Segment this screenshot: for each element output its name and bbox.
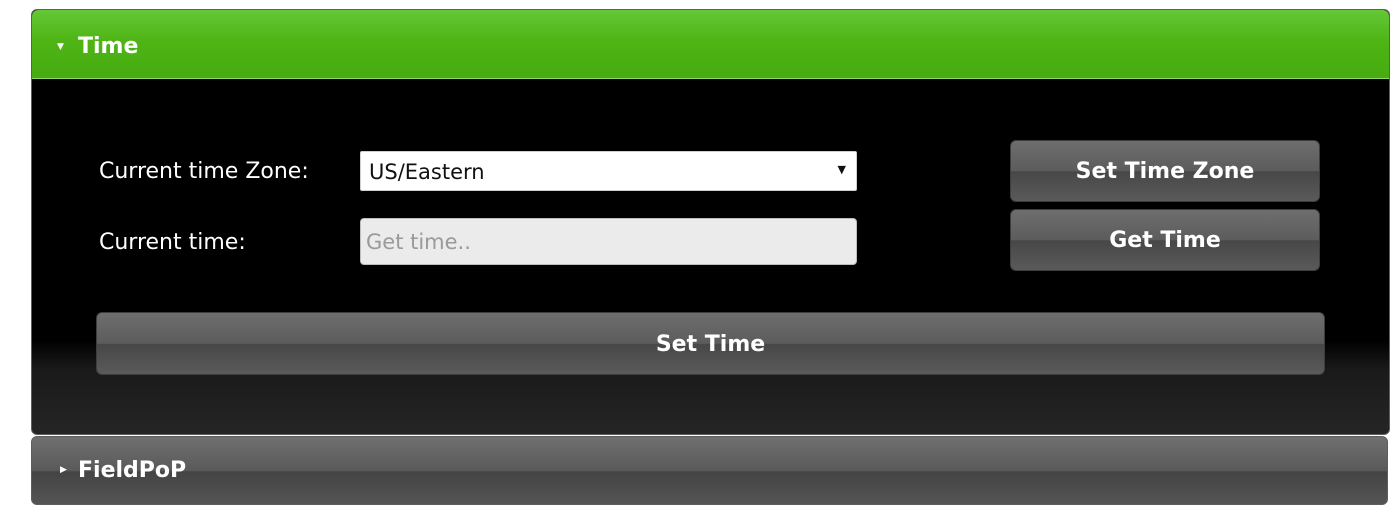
current-time-label: Current time:	[99, 230, 246, 255]
page-edge-bottom	[0, 506, 1390, 512]
set-time-button[interactable]: Set Time	[96, 312, 1325, 375]
time-zone-label: Current time Zone:	[99, 159, 309, 184]
page-edge	[0, 0, 9, 512]
caret-right-icon: ▶	[60, 465, 67, 475]
set-time-zone-button[interactable]: Set Time Zone	[1010, 140, 1320, 202]
current-time-input[interactable]	[360, 218, 857, 265]
time-panel-title: Time	[78, 34, 139, 59]
fieldpop-panel-header[interactable]: ▶ FieldPoP	[31, 436, 1388, 505]
fieldpop-panel-title: FieldPoP	[78, 458, 187, 483]
dropdown-arrow-icon: ▼	[837, 163, 846, 176]
time-zone-select[interactable]: US/Eastern ▼	[360, 151, 857, 191]
get-time-button[interactable]: Get Time	[1010, 209, 1320, 271]
app-canvas: ▼ Time Current time Zone: US/Eastern ▼ C…	[0, 0, 1390, 512]
caret-down-icon: ▼	[57, 42, 64, 52]
time-panel: ▼ Time Current time Zone: US/Eastern ▼ C…	[31, 9, 1390, 435]
time-panel-header[interactable]: ▼ Time	[32, 10, 1389, 79]
time-zone-selected-value: US/Eastern	[369, 160, 485, 184]
